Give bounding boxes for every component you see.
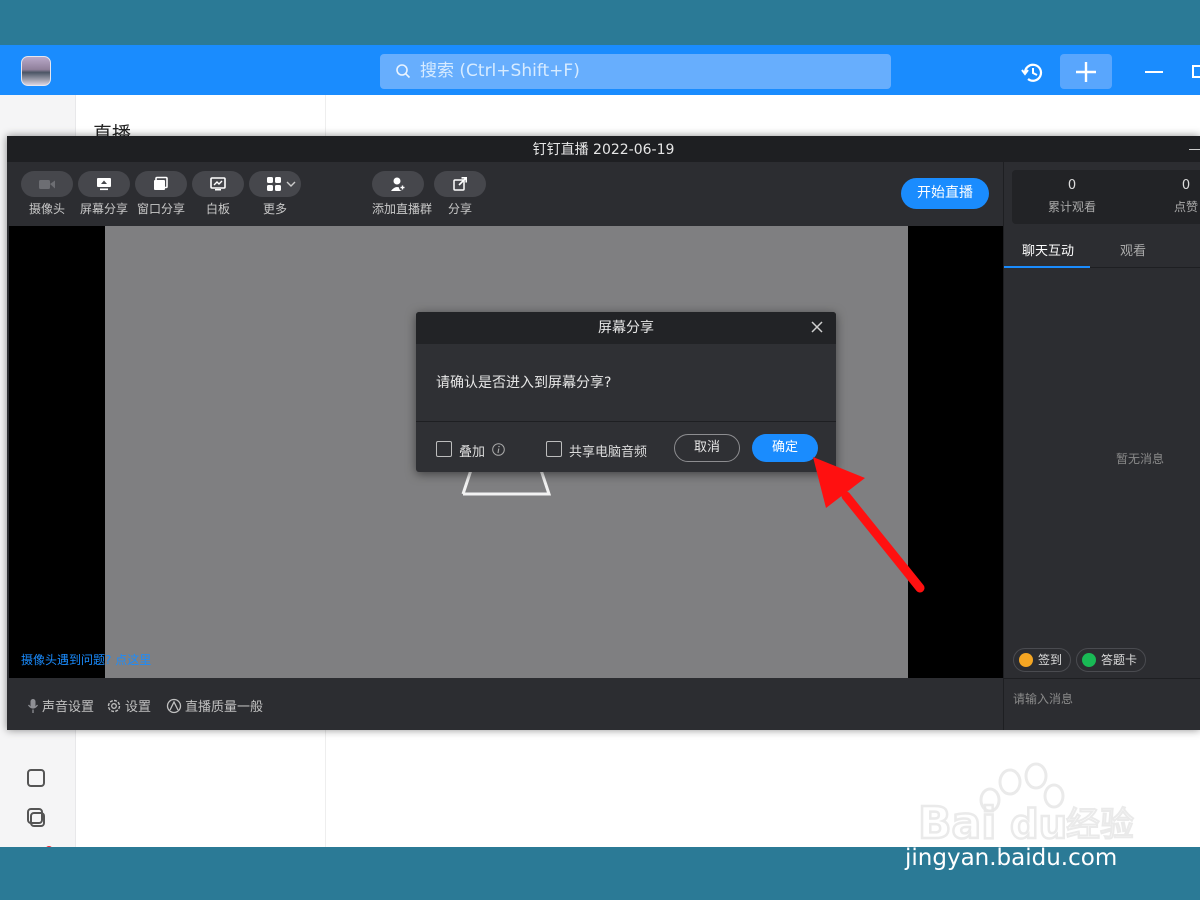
close-icon[interactable] xyxy=(810,320,824,334)
share-button[interactable]: 分享 xyxy=(434,171,486,217)
screen-share-dialog: 屏幕分享 请确认是否进入到屏幕分享? 叠加 共享电脑音频 取消 确定 xyxy=(416,312,836,472)
watermark-url: jingyan.baidu.com xyxy=(905,845,1118,871)
more-button[interactable]: 更多 xyxy=(249,171,301,217)
audio-settings-button[interactable]: 声音设置 xyxy=(27,696,94,715)
gear-icon xyxy=(107,699,121,713)
search-icon xyxy=(396,64,411,79)
whiteboard-button[interactable]: 白板 xyxy=(192,171,244,217)
active-tab-indicator xyxy=(1004,266,1090,268)
add-live-group-button[interactable]: 添加直播群 xyxy=(372,171,433,217)
live-minimize-button[interactable] xyxy=(1189,149,1200,150)
checkin-label: 签到 xyxy=(1038,653,1063,667)
whiteboard-icon xyxy=(210,177,226,191)
checkin-icon xyxy=(1019,653,1033,667)
microphone-icon xyxy=(27,699,39,713)
answer-card-label: 答题卡 xyxy=(1101,653,1138,667)
live-quality-indicator[interactable]: 直播质量一般 xyxy=(166,696,263,715)
window-share-button[interactable]: 窗口分享 xyxy=(135,171,187,217)
camera-help-link[interactable]: 点这里 xyxy=(115,653,151,667)
message-input-area xyxy=(1004,678,1200,730)
user-avatar[interactable] xyxy=(21,56,51,86)
live-side-panel: 0 累计观看 0 点赞 聊天互动 观看 暂无消息 签到 答题卡 xyxy=(1003,162,1200,730)
maximize-button[interactable] xyxy=(1192,65,1200,78)
svg-text:经验: 经验 xyxy=(1066,805,1134,845)
answer-card-button[interactable]: 答题卡 xyxy=(1076,648,1147,672)
dialog-message: 请确认是否进入到屏幕分享? xyxy=(436,375,612,391)
live-stats: 0 累计观看 0 点赞 xyxy=(1012,170,1200,224)
overlay-checkbox[interactable] xyxy=(436,441,452,457)
screen-share-button[interactable]: 屏幕分享 xyxy=(78,171,130,217)
share-audio-checkbox[interactable] xyxy=(546,441,562,457)
overlay-label: 叠加 xyxy=(459,445,486,460)
annotation-arrow xyxy=(813,457,925,593)
add-group-icon xyxy=(391,177,406,191)
window-share-icon xyxy=(154,176,168,190)
screen-share-icon xyxy=(97,178,111,191)
total-views-value: 0 xyxy=(1067,178,1077,193)
more-label: 更多 xyxy=(262,202,287,216)
answer-card-icon xyxy=(1082,653,1096,667)
plus-icon xyxy=(1076,62,1096,82)
empty-message: 暂无消息 xyxy=(1116,452,1165,466)
search-input[interactable]: 搜索 (Ctrl+Shift+F) xyxy=(380,54,891,89)
divider xyxy=(416,421,836,422)
window-share-label: 窗口分享 xyxy=(136,202,185,216)
search-placeholder: 搜索 (Ctrl+Shift+F) xyxy=(420,61,580,81)
camera-help: 摄像头遇到问题? 点这里 xyxy=(21,651,151,668)
side-tabs: 聊天互动 观看 xyxy=(1004,228,1200,268)
dingdrive-icon[interactable] xyxy=(25,807,47,829)
total-views-stat: 0 累计观看 xyxy=(1048,178,1096,215)
cancel-button[interactable]: 取消 xyxy=(674,434,740,462)
notification-dot xyxy=(45,846,53,847)
add-button[interactable] xyxy=(1060,54,1112,89)
info-icon[interactable] xyxy=(492,443,505,456)
camera-help-text: 摄像头遇到问题? xyxy=(21,653,112,667)
likes-label: 点赞 xyxy=(1174,200,1199,214)
tab-watch[interactable]: 观看 xyxy=(1120,240,1146,259)
start-live-button[interactable]: 开始直播 xyxy=(901,178,989,209)
camera-label: 摄像头 xyxy=(28,202,65,216)
settings-button[interactable]: 设置 xyxy=(106,696,151,715)
live-quality-label: 直播质量一般 xyxy=(185,700,264,715)
camera-icon xyxy=(39,180,55,189)
dialog-title: 屏幕分享 xyxy=(416,312,836,344)
history-icon[interactable] xyxy=(1020,60,1046,86)
svg-text:Bai: Bai xyxy=(918,798,996,849)
tab-chat[interactable]: 聊天互动 xyxy=(1022,240,1074,259)
share-audio-label: 共享电脑音频 xyxy=(569,445,648,460)
message-input[interactable] xyxy=(1004,679,1200,719)
share-icon xyxy=(453,176,467,191)
quality-gauge-icon xyxy=(166,698,182,714)
likes-stat: 0 点赞 xyxy=(1174,178,1198,215)
audio-settings-label: 声音设置 xyxy=(42,700,95,715)
grid-icon xyxy=(267,177,281,191)
chevron-down-icon xyxy=(286,181,296,187)
live-window-title: 钉钉直播 2022-06-19 xyxy=(7,136,1200,162)
whiteboard-label: 白板 xyxy=(205,202,230,216)
total-views-label: 累计观看 xyxy=(1048,200,1097,214)
camera-button[interactable]: 摄像头 xyxy=(21,171,73,217)
title-bar: 搜索 (Ctrl+Shift+F) xyxy=(0,45,1200,95)
share-label: 分享 xyxy=(447,202,472,216)
checkin-button[interactable]: 签到 xyxy=(1013,648,1072,672)
live-stream-window: 钉钉直播 2022-06-19 摄像头 屏幕分享 窗口分享 白板 更多 添加直播… xyxy=(7,136,1200,730)
likes-value: 0 xyxy=(1181,178,1191,193)
svg-text:du: du xyxy=(1010,802,1067,848)
add-live-group-label: 添加直播群 xyxy=(372,202,433,216)
workspace-icon[interactable] xyxy=(27,769,45,787)
minimize-button[interactable] xyxy=(1145,71,1163,73)
live-bottom-bar: 声音设置 设置 直播质量一般 xyxy=(7,680,1003,730)
screen-share-label: 屏幕分享 xyxy=(79,202,128,216)
settings-label: 设置 xyxy=(125,700,152,715)
